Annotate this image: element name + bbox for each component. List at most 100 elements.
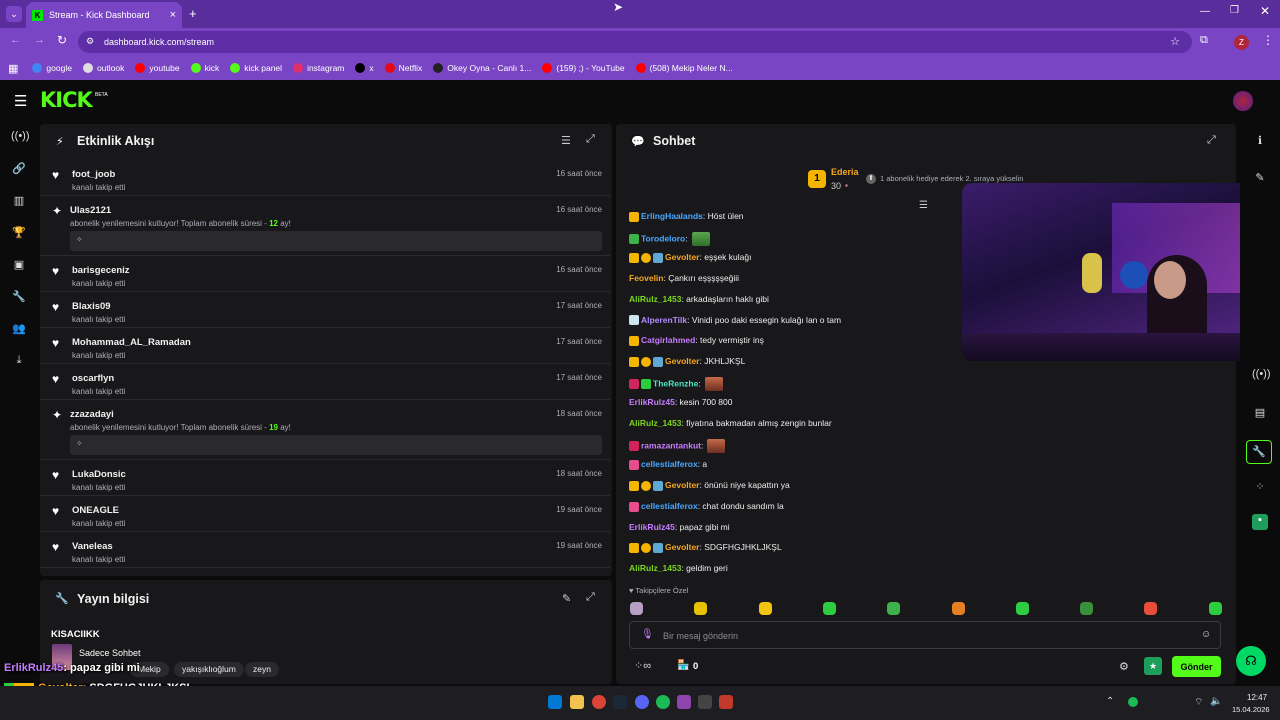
green-badge-icon[interactable] (641, 378, 651, 389)
video-icon[interactable]: ▣ (11, 258, 27, 274)
chat-username[interactable]: AliRulz_1453 (629, 563, 681, 573)
kick-app-icon[interactable]: ▪ (1252, 514, 1268, 530)
community-icon[interactable]: 👥 (11, 322, 27, 338)
crown-badge-icon[interactable] (629, 211, 639, 222)
back-icon[interactable]: ← (10, 34, 21, 46)
feed-username[interactable]: Ulas2121 (70, 205, 111, 216)
spotify-icon[interactable] (656, 695, 670, 709)
chat-username[interactable]: cellestialferox (641, 501, 698, 511)
bookmark-item[interactable]: (508) Mekip Neler N... (635, 63, 733, 73)
bookmark-item[interactable]: kick panel (230, 63, 282, 73)
hamburger-menu-icon[interactable]: ☰ (14, 92, 27, 110)
site-info-icon[interactable]: ⚙ (86, 36, 94, 47)
browser-menu-icon[interactable]: ⋮ (1262, 33, 1274, 47)
edit-icon[interactable]: ✎ (562, 592, 571, 605)
store-icon[interactable]: 🏪 (677, 660, 689, 671)
feed-username[interactable]: oscarflyn (72, 373, 114, 384)
link-icon[interactable]: 🔗 (11, 162, 27, 178)
emote-button[interactable] (822, 602, 836, 615)
bookmark-item[interactable]: (159) ;) - YouTube (542, 63, 625, 73)
chat-username[interactable]: Gevolter (665, 356, 700, 366)
feed-username[interactable]: barisgeceniz (72, 265, 130, 276)
mic-icon[interactable]: 🎙 (641, 629, 654, 640)
url-field[interactable]: ⚙ dashboard.kick.com/stream ☆ (78, 31, 1192, 53)
chat-username[interactable]: Catgirlahmed (641, 335, 695, 345)
wrench-icon[interactable]: 🔧 (11, 290, 27, 306)
chat-username[interactable]: Gevolter (665, 542, 700, 552)
subscriber-badge-icon[interactable] (641, 542, 651, 553)
crown-badge-icon[interactable] (629, 542, 639, 553)
chat-username[interactable]: Feovelin (629, 273, 663, 283)
obs-icon[interactable] (698, 695, 712, 709)
cat-badge-icon[interactable] (629, 315, 639, 326)
bookmark-item[interactable]: outlook (82, 63, 124, 73)
subscriber-badge-icon[interactable] (641, 253, 651, 264)
emote-button[interactable] (1144, 602, 1158, 615)
crown-badge-icon[interactable] (629, 335, 639, 346)
heart-badge-icon[interactable] (629, 460, 639, 471)
chat-username[interactable]: ErlikRulz45 (629, 522, 675, 532)
chrome-icon[interactable] (592, 695, 606, 709)
chat-username[interactable]: AliRulz_1453 (629, 418, 681, 428)
feed-username[interactable]: Blaxis09 (72, 301, 111, 312)
broadcast-icon[interactable]: ((•)) (1252, 368, 1271, 384)
profile-avatar[interactable]: Z (1234, 35, 1249, 50)
chat-username[interactable]: AliRulz_1453 (629, 294, 681, 304)
windows-start-icon[interactable] (548, 695, 562, 709)
emote-button[interactable] (1080, 602, 1094, 615)
community-icon[interactable]: ⁘ (1252, 480, 1268, 496)
bookmark-item[interactable]: youtube (135, 63, 180, 73)
tray-app-icon[interactable] (1128, 697, 1138, 707)
subscriber-badge-icon[interactable] (641, 356, 651, 367)
minimize-icon[interactable]: — (1200, 6, 1210, 17)
tab-list-icon[interactable]: ⌄ (6, 6, 22, 22)
chat-pinned-toggle-icon[interactable]: ☰ (919, 200, 928, 211)
restore-icon[interactable]: ❐ (1230, 5, 1239, 16)
heart-badge-icon[interactable] (629, 501, 639, 512)
frog-badge-icon[interactable] (629, 233, 639, 244)
gifter-badge-icon[interactable] (653, 356, 663, 367)
analytics-icon[interactable]: ▥ (11, 194, 27, 210)
bookmark-item[interactable]: kick (190, 63, 219, 73)
feed-username[interactable]: Mohammad_AL_Ramadan (72, 337, 191, 348)
chat-username[interactable]: ErlikRulz45 (629, 397, 675, 407)
gifter-badge-icon[interactable] (653, 253, 663, 264)
popout-icon[interactable]: ⤢ (1207, 134, 1216, 147)
app-icon[interactable] (677, 695, 691, 709)
crown-badge-icon[interactable] (629, 253, 639, 264)
chat-username[interactable]: Gevolter (665, 252, 700, 262)
support-headset-icon[interactable]: ☊ (1236, 646, 1266, 676)
volume-icon[interactable]: 🔈 (1210, 696, 1222, 707)
wifi-icon[interactable]: ⌔ (1194, 696, 1203, 709)
chat-username[interactable]: AlperenTilk (641, 315, 687, 325)
emote-button[interactable] (1015, 602, 1029, 615)
emote-button[interactable] (1208, 602, 1222, 615)
chat-input[interactable]: 🎙 Bir mesaj gönderin ☺ (629, 621, 1221, 649)
devil-badge-icon[interactable] (629, 440, 639, 451)
reload-icon[interactable]: ↻ (57, 33, 67, 47)
close-window-icon[interactable]: ✕ (1260, 4, 1270, 18)
layers-icon[interactable]: ▤ (1252, 406, 1268, 422)
chat-username[interactable]: Torodeloro (641, 233, 685, 243)
emote-button[interactable] (694, 602, 708, 615)
forward-icon[interactable]: → (34, 34, 45, 46)
bookmark-item[interactable]: Netflix (384, 63, 422, 73)
download-icon[interactable]: ⤓ (11, 354, 27, 370)
bookmark-item[interactable]: google (32, 63, 72, 73)
chat-username[interactable]: TheRenzhe (653, 378, 698, 388)
tab-kick-dashboard[interactable]: K Stream - Kick Dashboard × (26, 2, 182, 28)
kick-logo[interactable]: KICK (40, 88, 93, 112)
chat-username[interactable]: ErlingHaalands (641, 211, 703, 221)
extensions-icon[interactable]: ⧉ (1200, 34, 1208, 47)
crown-badge-icon[interactable] (629, 480, 639, 491)
feed-username[interactable]: Vaneleas (72, 541, 113, 552)
chat-username[interactable]: ramazantankut (641, 440, 701, 450)
chat-username[interactable]: Gevolter (665, 480, 700, 490)
feed-username[interactable]: ONEAGLE (72, 505, 119, 516)
apps-grid-icon[interactable]: ▦ (8, 62, 18, 75)
info-icon[interactable]: ℹ (1252, 134, 1268, 150)
close-tab-icon[interactable]: × (170, 9, 176, 21)
bookmark-star-icon[interactable]: ☆ (1170, 35, 1180, 48)
chat-settings-icon[interactable]: ⚙ (1119, 660, 1129, 673)
bookmark-item[interactable]: instagram (293, 63, 344, 73)
